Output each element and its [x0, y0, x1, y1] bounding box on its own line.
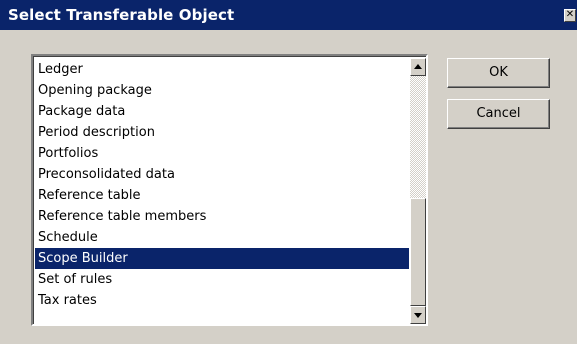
- ok-button[interactable]: OK: [447, 58, 550, 88]
- list-items: Ledger Opening package Package data Period …: [35, 59, 409, 311]
- vertical-scrollbar[interactable]: [410, 58, 426, 324]
- list-item[interactable]: Preconsolidated data: [35, 164, 409, 185]
- list-item[interactable]: Scope Builder: [35, 248, 409, 269]
- scroll-up-button[interactable]: [410, 58, 426, 76]
- list-item[interactable]: Period description: [35, 122, 409, 143]
- list-item[interactable]: Reference table members: [35, 206, 409, 227]
- close-button[interactable]: ✕: [564, 9, 576, 22]
- title-bar: Select Transferable Object ✕: [0, 0, 577, 30]
- list-item[interactable]: Schedule: [35, 227, 409, 248]
- cancel-button[interactable]: Cancel: [447, 99, 550, 129]
- scroll-down-button[interactable]: [410, 306, 426, 324]
- list-item[interactable]: Ledger: [35, 59, 409, 80]
- list-item[interactable]: Tax rates: [35, 290, 409, 311]
- arrow-down-icon: [414, 313, 422, 318]
- list-item[interactable]: Reference table: [35, 185, 409, 206]
- object-listbox[interactable]: Ledger Opening package Package data Period …: [31, 54, 428, 326]
- close-icon: ✕: [565, 9, 575, 20]
- list-item[interactable]: Set of rules: [35, 269, 409, 290]
- arrow-up-icon: [414, 64, 422, 69]
- list-item[interactable]: Package data: [35, 101, 409, 122]
- list-item[interactable]: Portfolios: [35, 143, 409, 164]
- scroll-thumb[interactable]: [410, 198, 426, 306]
- window-title: Select Transferable Object: [8, 6, 235, 24]
- list-item[interactable]: Opening package: [35, 80, 409, 101]
